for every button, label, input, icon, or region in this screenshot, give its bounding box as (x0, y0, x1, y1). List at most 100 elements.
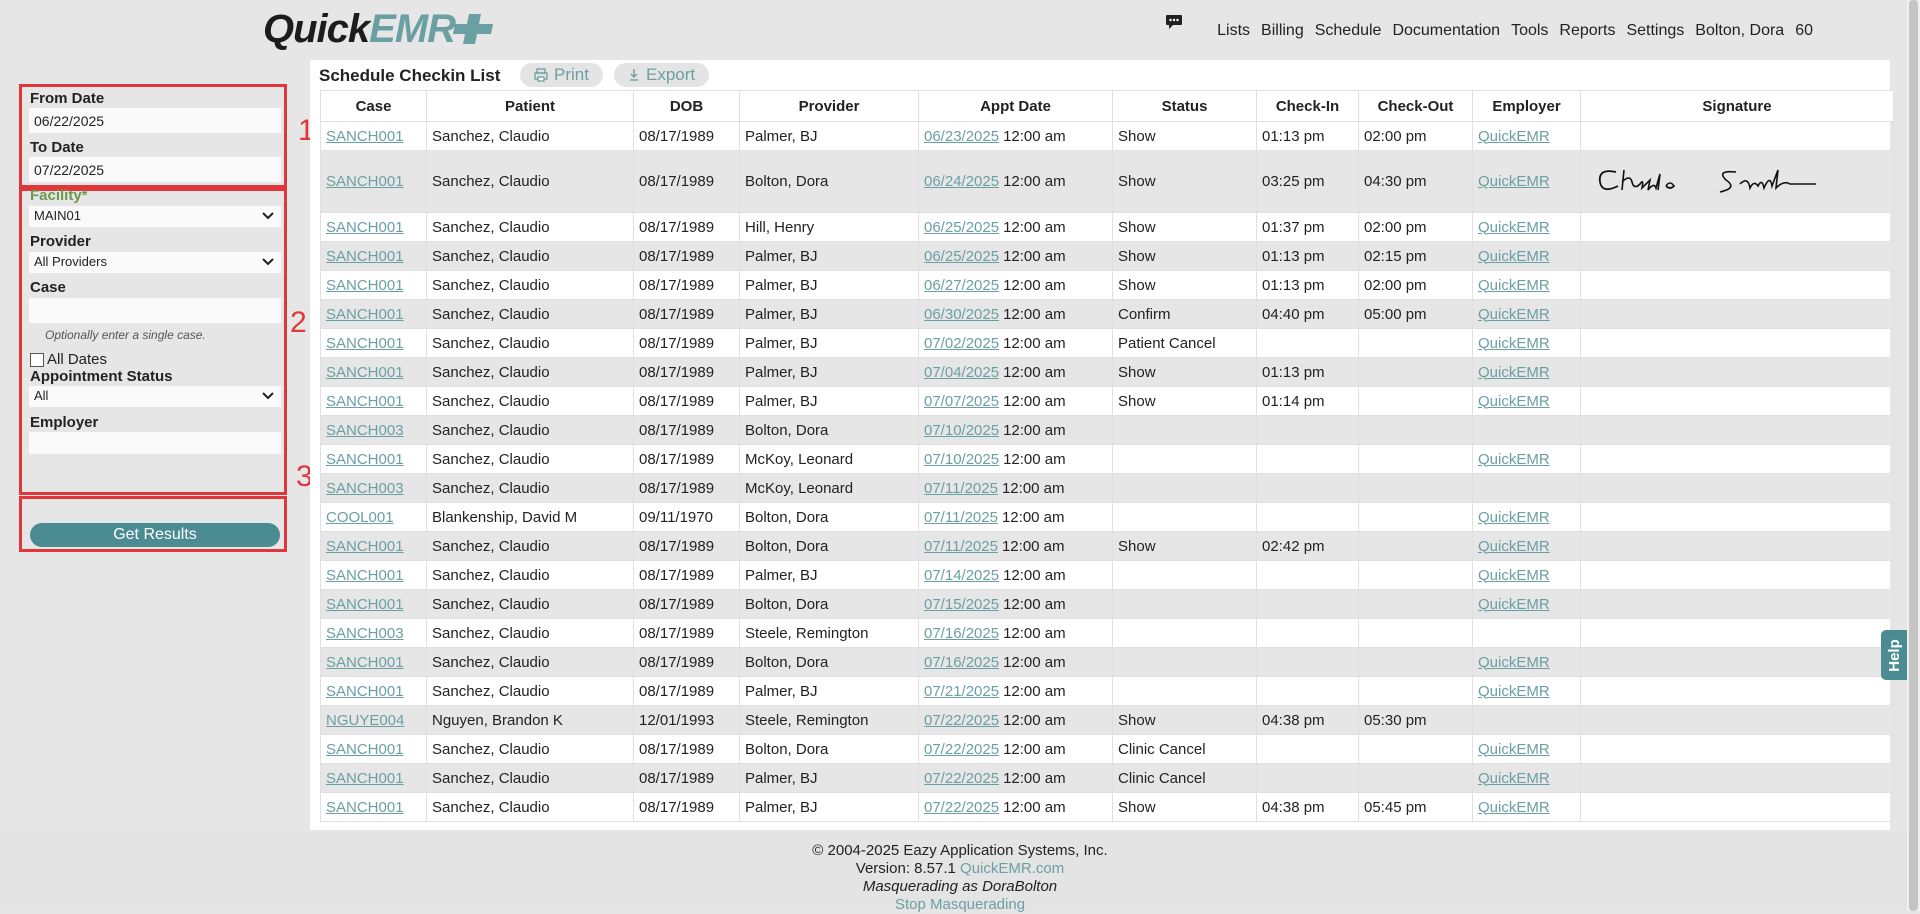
column-header-check-out[interactable]: Check-Out (1358, 90, 1473, 122)
print-button[interactable]: Print (520, 63, 603, 87)
case-link[interactable]: SANCH001 (326, 364, 404, 381)
case-link[interactable]: SANCH001 (326, 128, 404, 145)
appt-date-link[interactable]: 06/25/2025 (924, 219, 999, 236)
nav-billing[interactable]: Billing (1261, 22, 1304, 40)
column-header-check-in[interactable]: Check-In (1256, 90, 1359, 122)
to-date-input[interactable] (29, 157, 281, 182)
employer-link[interactable]: QuickEMR (1478, 683, 1550, 700)
chat-bubble-icon[interactable] (1165, 14, 1183, 30)
case-link[interactable]: SANCH001 (326, 567, 404, 584)
scrollbar-thumb[interactable] (1909, 0, 1918, 911)
case-link[interactable]: SANCH001 (326, 219, 404, 236)
help-tab[interactable]: Help (1881, 630, 1907, 680)
employer-link[interactable]: QuickEMR (1478, 219, 1550, 236)
column-header-dob[interactable]: DOB (633, 90, 740, 122)
column-header-case[interactable]: Case (320, 90, 427, 122)
case-input[interactable] (29, 298, 281, 323)
employer-link[interactable]: QuickEMR (1478, 770, 1550, 787)
stop-masquerading-link[interactable]: Stop Masquerading (895, 896, 1025, 913)
case-link[interactable]: SANCH001 (326, 770, 404, 787)
all-dates-checkbox[interactable] (30, 352, 44, 367)
case-link[interactable]: SANCH001 (326, 248, 404, 265)
case-link[interactable]: COOL001 (326, 509, 394, 526)
nav-lists[interactable]: Lists (1217, 22, 1250, 40)
case-link[interactable]: NGUYE004 (326, 712, 404, 729)
employer-link[interactable]: QuickEMR (1478, 741, 1550, 758)
case-link[interactable]: SANCH001 (326, 538, 404, 555)
case-link[interactable]: SANCH001 (326, 799, 404, 816)
case-link[interactable]: SANCH001 (326, 451, 404, 468)
column-header-appt-date[interactable]: Appt Date (918, 90, 1113, 122)
appt-date-link[interactable]: 07/14/2025 (924, 567, 999, 584)
appt-date-link[interactable]: 07/11/2025 (924, 509, 998, 526)
column-header-status[interactable]: Status (1112, 90, 1257, 122)
case-link[interactable]: SANCH001 (326, 393, 404, 410)
appt-date-link[interactable]: 06/23/2025 (924, 128, 999, 145)
appt-date-link[interactable]: 07/10/2025 (924, 451, 999, 468)
case-link[interactable]: SANCH001 (326, 173, 404, 190)
column-header-provider[interactable]: Provider (739, 90, 919, 122)
appt-date-link[interactable]: 07/22/2025 (924, 799, 999, 816)
export-button[interactable]: Export (614, 63, 710, 87)
appt-date-link[interactable]: 06/30/2025 (924, 306, 999, 323)
nav-tools[interactable]: Tools (1511, 22, 1548, 40)
appt-date-link[interactable]: 07/11/2025 (924, 480, 998, 497)
appt-date-link[interactable]: 07/16/2025 (924, 654, 999, 671)
case-link[interactable]: SANCH003 (326, 422, 404, 439)
employer-link[interactable]: QuickEMR (1478, 567, 1550, 584)
case-link[interactable]: SANCH001 (326, 335, 404, 352)
site-link[interactable]: QuickEMR.com (960, 860, 1064, 877)
appt-date-link[interactable]: 06/24/2025 (924, 173, 999, 190)
case-link[interactable]: SANCH001 (326, 277, 404, 294)
appt-date-link[interactable]: 06/27/2025 (924, 277, 999, 294)
employer-link[interactable]: QuickEMR (1478, 306, 1550, 323)
facility-select[interactable]: MAIN01 (29, 206, 281, 227)
employer-link[interactable]: QuickEMR (1478, 335, 1550, 352)
case-link[interactable]: SANCH001 (326, 596, 404, 613)
employer-input[interactable] (29, 432, 281, 454)
appt-status-select[interactable]: All (29, 386, 281, 407)
case-link[interactable]: SANCH001 (326, 306, 404, 323)
employer-link[interactable]: QuickEMR (1478, 173, 1550, 190)
quickemr-logo[interactable]: Quick EMR (263, 6, 495, 52)
get-results-button[interactable]: Get Results (30, 523, 280, 547)
employer-link[interactable]: QuickEMR (1478, 596, 1550, 613)
nav-schedule[interactable]: Schedule (1315, 22, 1382, 40)
appt-date-link[interactable]: 07/22/2025 (924, 741, 999, 758)
case-link[interactable]: SANCH003 (326, 480, 404, 497)
scrollbar[interactable] (1907, 0, 1920, 911)
employer-link[interactable]: QuickEMR (1478, 538, 1550, 555)
nav-reports[interactable]: Reports (1559, 22, 1615, 40)
appt-date-link[interactable]: 07/22/2025 (924, 712, 999, 729)
case-link[interactable]: SANCH003 (326, 625, 404, 642)
nav-user[interactable]: Bolton, Dora (1695, 22, 1784, 40)
employer-link[interactable]: QuickEMR (1478, 451, 1550, 468)
nav-documentation[interactable]: Documentation (1392, 22, 1500, 40)
appt-date-link[interactable]: 07/16/2025 (924, 625, 999, 642)
appt-date-link[interactable]: 07/02/2025 (924, 335, 999, 352)
employer-link[interactable]: QuickEMR (1478, 509, 1550, 526)
employer-link[interactable]: QuickEMR (1478, 248, 1550, 265)
appt-date-link[interactable]: 07/21/2025 (924, 683, 999, 700)
from-date-input[interactable] (29, 108, 281, 133)
appt-date-link[interactable]: 07/07/2025 (924, 393, 999, 410)
appt-date-link[interactable]: 07/11/2025 (924, 538, 998, 555)
employer-link[interactable]: QuickEMR (1478, 364, 1550, 381)
all-dates-option[interactable]: All Dates (30, 351, 107, 368)
appt-date-link[interactable]: 07/10/2025 (924, 422, 999, 439)
column-header-employer[interactable]: Employer (1472, 90, 1581, 122)
case-link[interactable]: SANCH001 (326, 741, 404, 758)
employer-link[interactable]: QuickEMR (1478, 277, 1550, 294)
column-header-patient[interactable]: Patient (426, 90, 634, 122)
employer-link[interactable]: QuickEMR (1478, 393, 1550, 410)
appt-date-link[interactable]: 06/25/2025 (924, 248, 999, 265)
employer-link[interactable]: QuickEMR (1478, 128, 1550, 145)
employer-link[interactable]: QuickEMR (1478, 799, 1550, 816)
appt-date-link[interactable]: 07/22/2025 (924, 770, 999, 787)
case-link[interactable]: SANCH001 (326, 683, 404, 700)
appt-date-link[interactable]: 07/15/2025 (924, 596, 999, 613)
appt-date-link[interactable]: 07/04/2025 (924, 364, 999, 381)
case-link[interactable]: SANCH001 (326, 654, 404, 671)
provider-select[interactable]: All Providers (29, 252, 281, 273)
nav-settings[interactable]: Settings (1626, 22, 1684, 40)
